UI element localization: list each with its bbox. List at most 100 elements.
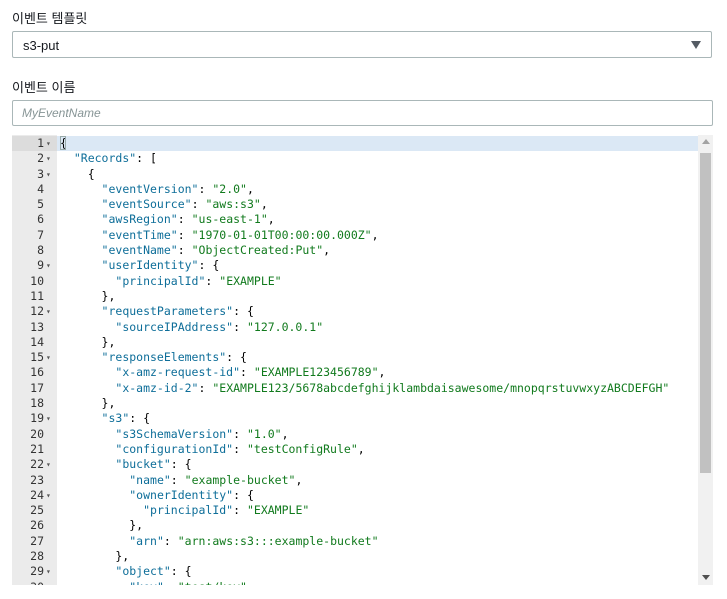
line-number: 6	[37, 212, 44, 227]
chevron-down-icon[interactable]	[691, 41, 701, 49]
editor-line: 25 "principalId": "EXAMPLE"	[12, 503, 713, 518]
code-text: },	[60, 288, 116, 303]
fold-triangle-icon[interactable]: ▾	[46, 167, 55, 182]
code-text: "x-amz-request-id": "EXAMPLE123456789",	[115, 365, 386, 380]
code-text: "Records": [	[73, 151, 157, 166]
event-template-label: 이벤트 템플릿	[12, 11, 88, 26]
line-number: 19	[30, 411, 44, 426]
line-number: 30	[12, 580, 44, 585]
editor-line: 16 "x-amz-request-id": "EXAMPLE123456789…	[12, 365, 713, 380]
event-name-label: 이벤트 이름	[12, 80, 76, 95]
editor-line: 2 ▾ "Records": [	[12, 151, 713, 166]
code-text: "key": "test/key",	[60, 580, 254, 585]
line-number: 1	[37, 136, 44, 150]
code-text: "arn": "arn:aws:s3:::example-bucket"	[129, 533, 379, 548]
code-text: "requestParameters": {	[101, 304, 254, 319]
code-text: "awsRegion": "us-east-1",	[101, 212, 275, 227]
fold-triangle-icon[interactable]: ▾	[46, 151, 55, 166]
code-text: "eventSource": "aws:s3",	[101, 197, 268, 212]
fold-triangle-icon[interactable]: ▾	[46, 304, 55, 319]
code-text: "principalId": "EXAMPLE"	[115, 273, 282, 288]
code-text: "responseElements": {	[101, 350, 247, 365]
event-template-select[interactable]: s3-put	[12, 31, 712, 58]
editor-line: 24 ▾ "ownerIdentity": {	[12, 488, 713, 503]
line-number: 14	[30, 334, 44, 349]
code-text: "eventName": "ObjectCreated:Put",	[101, 243, 331, 258]
code-text: },	[60, 396, 116, 411]
editor-line: 23 "name": "example-bucket",	[12, 473, 713, 488]
line-number: 9	[37, 258, 44, 273]
editor-line: 15 ▾ "responseElements": {	[12, 350, 713, 365]
editor-scrollbar[interactable]	[698, 135, 713, 585]
line-number: 12	[30, 304, 44, 319]
editor-line: 26 },	[12, 518, 713, 533]
line-number: 8	[37, 243, 44, 258]
scrollbar-thumb[interactable]	[700, 153, 711, 473]
fold-triangle-icon[interactable]: ▾	[46, 457, 55, 472]
editor-line: 11 },	[12, 289, 713, 304]
editor-line: 27 "arn": "arn:aws:s3:::example-bucket"	[12, 534, 713, 549]
editor-line: 9 ▾ "userIdentity": {	[12, 258, 713, 273]
editor-line: 1 ▾{	[12, 136, 713, 151]
line-number: 13	[30, 319, 44, 334]
editor-line: 21 "configurationId": "testConfigRule",	[12, 442, 713, 457]
line-number: 10	[30, 273, 44, 288]
code-text: {	[60, 166, 95, 181]
line-number: 11	[30, 288, 44, 303]
matching-bracket-highlight	[60, 136, 66, 150]
line-number: 28	[30, 549, 44, 564]
code-text: "eventVersion": "2.0",	[101, 181, 254, 196]
scroll-down-arrow-icon[interactable]	[702, 575, 710, 580]
fold-triangle-icon[interactable]: ▾	[46, 350, 55, 365]
editor-line: 28 },	[12, 549, 713, 564]
code-text: },	[60, 518, 144, 533]
line-number: 24	[30, 487, 44, 502]
fold-triangle-icon[interactable]: ▾	[46, 411, 55, 426]
line-number: 26	[30, 518, 44, 533]
scroll-up-arrow-icon[interactable]	[702, 139, 710, 144]
editor-line: 30 "key": "test/key",	[12, 580, 713, 585]
editor-line: 22 ▾ "bucket": {	[12, 457, 713, 472]
editor-line: 5 "eventSource": "aws:s3",	[12, 197, 713, 212]
line-number: 18	[30, 396, 44, 411]
line-number: 17	[30, 380, 44, 395]
line-number: 16	[30, 365, 44, 380]
fold-triangle-icon[interactable]: ▾	[46, 564, 55, 579]
line-number: 20	[30, 426, 44, 441]
line-number: 5	[37, 197, 44, 212]
line-number: 22	[30, 457, 44, 472]
code-text: "s3SchemaVersion": "1.0",	[115, 426, 289, 441]
fold-triangle-icon[interactable]: ▾	[46, 488, 55, 503]
code-text: "name": "example-bucket",	[129, 472, 303, 487]
editor-line: 4 "eventVersion": "2.0",	[12, 182, 713, 197]
line-number: 2	[37, 151, 44, 166]
code-text: "x-amz-id-2": "EXAMPLE123/5678abcdefghij…	[115, 380, 670, 395]
code-text: },	[60, 334, 116, 349]
event-name-input[interactable]	[12, 100, 713, 126]
line-number: 25	[30, 503, 44, 518]
editor-line: 17 "x-amz-id-2": "EXAMPLE123/5678abcdefg…	[12, 381, 713, 396]
code-text: "userIdentity": {	[101, 258, 220, 273]
code-text: "principalId": "EXAMPLE"	[143, 503, 310, 518]
editor-line: 18 },	[12, 396, 713, 411]
editor-line: 20 "s3SchemaVersion": "1.0",	[12, 427, 713, 442]
fold-triangle-icon[interactable]: ▾	[46, 258, 55, 273]
code-text: "eventTime": "1970-01-01T00:00:00.000Z",	[101, 227, 379, 242]
fold-triangle-icon[interactable]: ▾	[46, 136, 55, 151]
line-number: 29	[30, 564, 44, 579]
line-number: 3	[37, 166, 44, 181]
editor-lines: 1 ▾{2 ▾ "Records": [3 ▾ {4 "eventVersion": …	[12, 136, 713, 585]
line-number: 27	[30, 533, 44, 548]
code-text: "configurationId": "testConfigRule",	[115, 441, 365, 456]
editor-line: 3 ▾ {	[12, 167, 713, 182]
line-number: 15	[30, 350, 44, 365]
code-text: "object": {	[115, 564, 192, 579]
code-text: "bucket": {	[115, 457, 192, 472]
editor-line: 14 },	[12, 335, 713, 350]
line-number: 23	[30, 472, 44, 487]
code-text: "s3": {	[101, 411, 151, 426]
code-text: "sourceIPAddress": "127.0.0.1"	[115, 319, 324, 334]
json-code-editor[interactable]: 1 ▾{2 ▾ "Records": [3 ▾ {4 "eventVersion": …	[12, 135, 713, 585]
line-number: 4	[37, 181, 44, 196]
code-text: },	[60, 549, 130, 564]
